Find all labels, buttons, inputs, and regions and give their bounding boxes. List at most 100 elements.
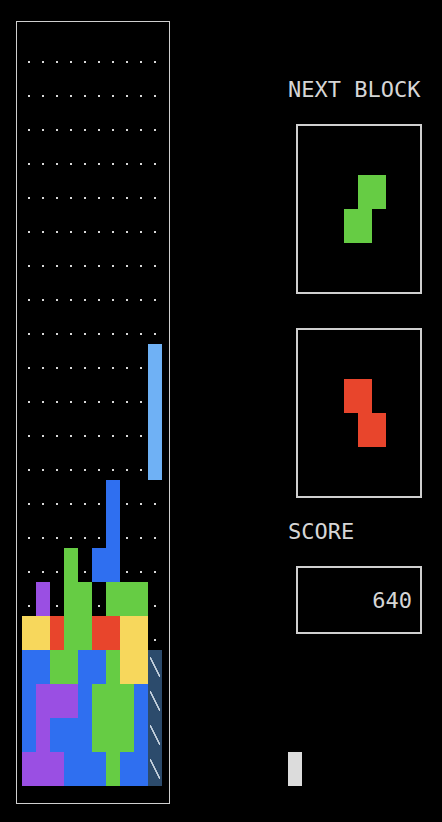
empty-cell: [120, 548, 134, 582]
block-cell: [134, 582, 148, 616]
grid-dot: [126, 299, 128, 301]
empty-cell: [64, 140, 78, 174]
empty-cell: [120, 344, 134, 378]
preview-cell: [358, 209, 372, 243]
grid-dot: [98, 95, 100, 97]
empty-cell: [148, 548, 162, 582]
empty-cell: [148, 72, 162, 106]
empty-cell: [50, 446, 64, 480]
block-cell: [134, 650, 148, 684]
grid-dot: [112, 401, 114, 403]
level-marker: [288, 752, 302, 786]
empty-cell: [148, 480, 162, 514]
grid-dot: [28, 571, 30, 573]
empty-cell: [92, 174, 106, 208]
empty-cell: [134, 242, 148, 276]
grid-dot: [84, 367, 86, 369]
grid-dot: [84, 61, 86, 63]
grid-dot: [126, 265, 128, 267]
grid-dot: [28, 435, 30, 437]
empty-cell: [36, 38, 50, 72]
block-cell: [120, 616, 134, 650]
empty-cell: [22, 446, 36, 480]
block-cell: [148, 718, 162, 752]
empty-cell: [50, 208, 64, 242]
grid-dot: [140, 163, 142, 165]
empty-cell: [120, 208, 134, 242]
grid-dot: [112, 231, 114, 233]
empty-cell: [78, 140, 92, 174]
empty-cell: [78, 106, 92, 140]
preview-cell: [372, 175, 386, 209]
empty-cell: [50, 106, 64, 140]
empty-cell: [22, 548, 36, 582]
grid-dot: [140, 503, 142, 505]
empty-cell: [134, 276, 148, 310]
empty-cell: [64, 514, 78, 548]
grid-dot: [126, 401, 128, 403]
empty-cell: [64, 242, 78, 276]
block-cell: [78, 718, 92, 752]
grid-dot: [126, 435, 128, 437]
empty-cell: [134, 412, 148, 446]
empty-cell: [78, 208, 92, 242]
empty-cell: [50, 582, 64, 616]
empty-cell: [50, 310, 64, 344]
grid-dot: [28, 231, 30, 233]
empty-cell: [92, 446, 106, 480]
preview-piece: [344, 379, 386, 447]
empty-cell: [50, 480, 64, 514]
empty-cell: [120, 140, 134, 174]
grid-dot: [140, 401, 142, 403]
preview-cell: [372, 413, 386, 447]
empty-cell: [120, 378, 134, 412]
empty-cell: [64, 344, 78, 378]
block-cell: [106, 514, 120, 548]
block-cell: [148, 446, 162, 480]
empty-cell: [134, 548, 148, 582]
empty-cell: [64, 412, 78, 446]
empty-cell: [22, 310, 36, 344]
block-cell: [22, 718, 36, 752]
empty-cell: [64, 480, 78, 514]
grid-dot: [70, 95, 72, 97]
preview-cell: [344, 413, 358, 447]
grid-dot: [98, 129, 100, 131]
empty-cell: [22, 480, 36, 514]
grid-dot: [28, 469, 30, 471]
grid-dot: [140, 469, 142, 471]
empty-cell: [64, 446, 78, 480]
preview-cell: [358, 175, 372, 209]
empty-cell: [134, 480, 148, 514]
empty-cell: [120, 480, 134, 514]
empty-cell: [106, 412, 120, 446]
empty-cell: [106, 242, 120, 276]
grid-dot: [140, 537, 142, 539]
block-cell: [106, 718, 120, 752]
side-panel: NEXT BLOCKSCORE640: [288, 21, 438, 786]
empty-cell: [92, 514, 106, 548]
block-cell: [36, 616, 50, 650]
preview-cell: [372, 209, 386, 243]
block-cell: [50, 616, 64, 650]
grid-dot: [140, 367, 142, 369]
empty-cell: [78, 242, 92, 276]
grid-dot: [56, 435, 58, 437]
empty-cell: [148, 276, 162, 310]
grid-dot: [154, 299, 156, 301]
grid-dot: [42, 469, 44, 471]
grid-dot: [126, 333, 128, 335]
empty-cell: [22, 344, 36, 378]
empty-cell: [120, 242, 134, 276]
empty-cell: [120, 174, 134, 208]
empty-cell: [36, 242, 50, 276]
next-block-label: NEXT BLOCK: [288, 76, 438, 104]
empty-cell: [64, 72, 78, 106]
empty-cell: [134, 106, 148, 140]
grid-dot: [154, 231, 156, 233]
empty-cell: [64, 276, 78, 310]
grid-dot: [98, 435, 100, 437]
empty-cell: [64, 106, 78, 140]
grid-dot: [112, 129, 114, 131]
empty-cell: [50, 276, 64, 310]
